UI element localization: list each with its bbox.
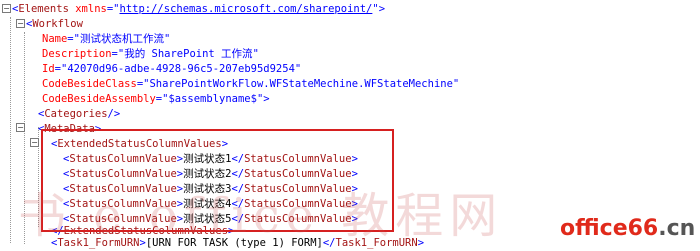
watermark: 书 e office 教程网	[18, 188, 504, 244]
xml-line-attribute[interactable]: CodeBesideClass="SharePointWorkFlow.WFSt…	[42, 77, 459, 92]
tag-name: Categories	[44, 108, 108, 120]
attribute-value: $assemblyname$	[168, 93, 257, 105]
collapse-toggle-icon[interactable]: −	[2, 4, 11, 13]
attribute-name: Description	[42, 48, 112, 60]
xml-line-attribute[interactable]: Id="42070d96-adbe-4928-96c5-207eb95d9254…	[42, 62, 301, 77]
namespace-link[interactable]: http://schemas.microsoft.com/sharepoint/	[120, 3, 373, 15]
xml-editor[interactable]: − − − − <Elements xmlns="http://schemas.…	[0, 0, 700, 249]
attribute-value: 测试状态机工作流	[79, 33, 164, 45]
tag-name: Elements	[18, 3, 69, 15]
attribute-name: CodeBesideAssembly	[42, 93, 156, 105]
logo-suffix: .cn	[658, 216, 696, 241]
xml-line-attribute[interactable]: CodeBesideAssembly="$assemblyname$">	[42, 92, 270, 107]
xml-line-attribute[interactable]: Name="测试状态机工作流"	[42, 32, 170, 47]
xml-line-categories[interactable]: <Categories/>	[38, 107, 120, 122]
attribute-value: SharePointWorkFlow.WFStateMechine.WFStat…	[149, 78, 453, 90]
xml-line-attribute[interactable]: Description="我的 SharePoint 工作流"	[42, 47, 259, 62]
site-logo: office66.cn	[560, 216, 695, 241]
attribute-name: Id	[42, 63, 55, 75]
collapse-toggle-icon[interactable]: −	[16, 19, 25, 28]
tag-name: Workflow	[32, 18, 83, 30]
attribute-name: CodeBesideClass	[42, 78, 137, 90]
attribute-value: 我的 SharePoint 工作流	[124, 48, 253, 60]
collapse-toggle-icon[interactable]: −	[16, 123, 25, 132]
collapse-toggle-icon[interactable]: −	[30, 138, 39, 147]
xml-line-workflow[interactable]: <Workflow	[26, 17, 83, 32]
logo-text: office66	[560, 216, 659, 241]
attribute-value: 42070d96-adbe-4928-96c5-207eb95d9254	[67, 63, 295, 75]
attribute-name: Name	[42, 33, 68, 45]
indent-guide	[10, 17, 11, 243]
xml-line-elements[interactable]: <Elements xmlns="http://schemas.microsof…	[12, 2, 385, 17]
attribute-name: xmlns	[75, 3, 107, 15]
